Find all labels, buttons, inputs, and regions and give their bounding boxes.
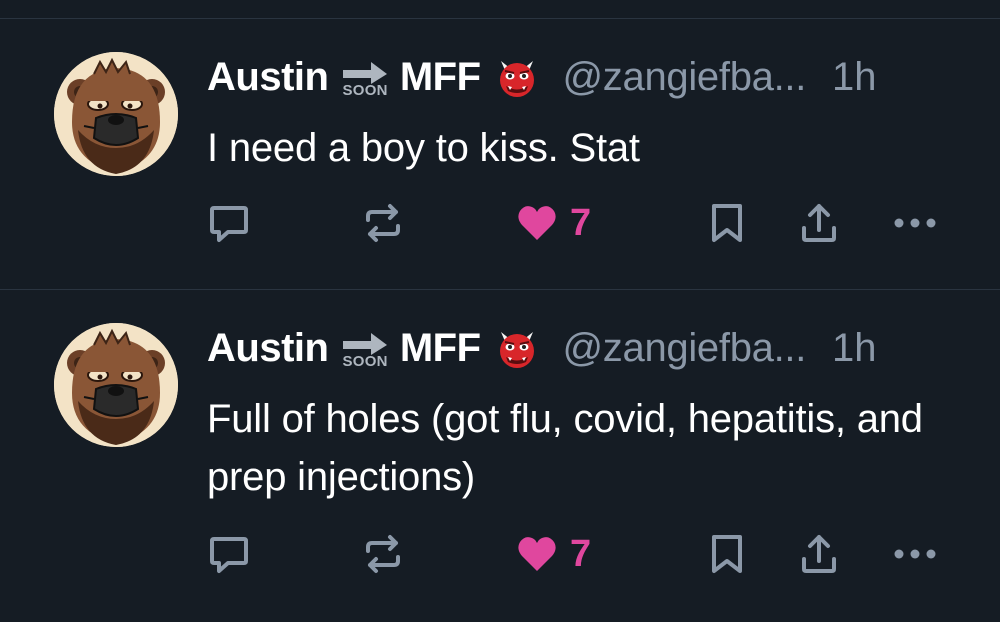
handle[interactable]: @zangiefba... [563,326,807,371]
post[interactable]: Austin SOON MFF @zangiefba... 1h I need … [0,19,1000,289]
timestamp[interactable]: 1h [832,326,877,371]
bear-avatar-image [54,323,178,447]
repost-icon [366,204,400,242]
reply-button[interactable] [206,530,252,578]
reply-icon [210,206,248,242]
bookmark-icon [712,204,742,242]
repost-button[interactable] [360,530,406,578]
display-name-left[interactable]: Austin [207,55,329,100]
like-button[interactable]: 7 [514,199,591,247]
like-button[interactable]: 7 [514,530,591,578]
display-name-left[interactable]: Austin [207,326,329,371]
more-options-button[interactable] [890,530,940,578]
ogre-emoji-icon [499,61,534,97]
post-header: Austin SOON MFF @zangiefba... 1h [207,320,877,376]
reply-button[interactable] [206,199,252,247]
arrow-right-icon [343,61,388,84]
share-icon [802,535,836,573]
handle[interactable]: @zangiefba... [563,55,807,100]
soon-label: SOON [342,352,388,370]
like-count: 7 [570,201,592,244]
post-text: Full of holes (got flu, covid, hepatitis… [207,397,923,499]
soon-arrow-badge: SOON [342,332,388,370]
share-button[interactable] [796,199,842,247]
action-bar: 7 [0,530,1000,578]
repost-button[interactable] [360,199,406,247]
share-button[interactable] [796,530,842,578]
repost-icon [366,535,400,573]
post[interactable]: Austin SOON MFF @zangiefba... 1h Full of… [0,290,1000,622]
like-count: 7 [570,532,592,575]
more-icon [894,549,936,559]
display-name-right[interactable]: MFF [400,55,481,100]
display-name-right[interactable]: MFF [400,326,481,371]
share-icon [802,204,836,242]
soon-label: SOON [342,81,388,99]
arrow-right-icon [343,332,388,355]
avatar[interactable] [54,323,178,447]
heart-icon [518,206,556,240]
more-options-button[interactable] [890,199,940,247]
heart-icon [518,537,556,571]
action-bar: 7 [0,199,1000,247]
soon-arrow-badge: SOON [342,61,388,99]
ogre-emoji-icon [499,332,534,368]
post-text: I need a boy to kiss. Stat [207,126,640,170]
timestamp[interactable]: 1h [832,55,877,100]
reply-icon [210,537,248,573]
bookmark-icon [712,535,742,573]
avatar[interactable] [54,52,178,176]
more-icon [894,218,936,228]
bookmark-button[interactable] [704,199,750,247]
bookmark-button[interactable] [704,530,750,578]
bear-avatar-image [54,52,178,176]
post-header: Austin SOON MFF @zangiefba... 1h [207,49,877,105]
